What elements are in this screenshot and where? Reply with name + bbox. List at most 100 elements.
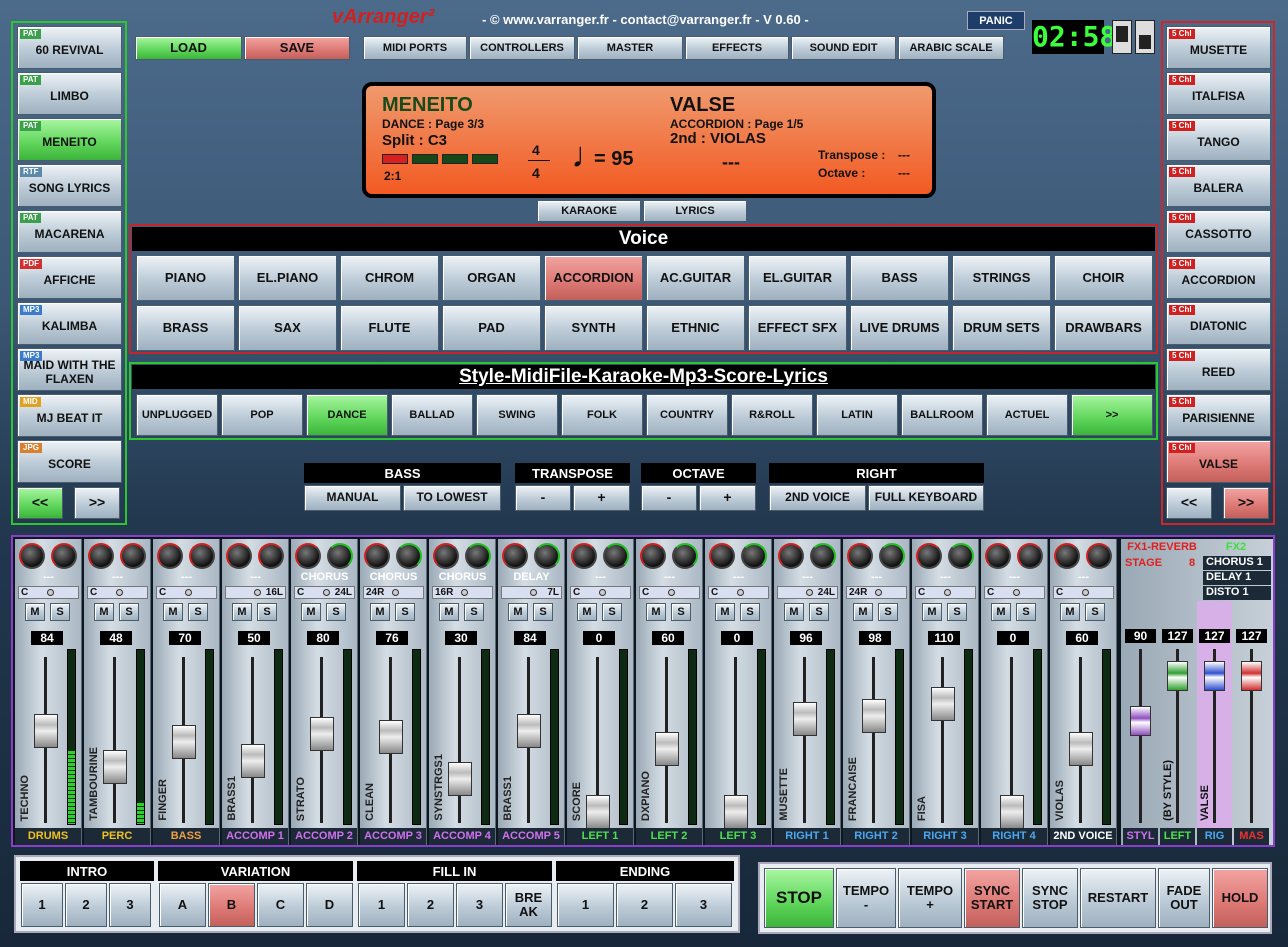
volume-knob[interactable] [1054, 543, 1080, 569]
effect-knob[interactable] [465, 543, 491, 569]
mute-button[interactable]: M [163, 603, 183, 621]
solo-button[interactable]: S [809, 603, 829, 621]
style-button-ballad[interactable]: BALLAD [391, 394, 473, 436]
left-file-item[interactable]: MP3 MAID WITH THE FLAXEN [17, 348, 122, 391]
panic-button[interactable]: PANIC [967, 11, 1025, 30]
volume-knob[interactable] [916, 543, 942, 569]
fader-handle[interactable] [655, 732, 679, 766]
voice-button-accordion[interactable]: ACCORDION [544, 255, 643, 301]
solo-button[interactable]: S [740, 603, 760, 621]
solo-button[interactable]: S [188, 603, 208, 621]
fader-handle[interactable] [1000, 795, 1024, 829]
fader-handle[interactable] [448, 762, 472, 796]
menu-midi-ports-button[interactable]: MIDI PORTS [363, 36, 467, 60]
lyrics-button[interactable]: LYRICS [643, 200, 747, 222]
solo-button[interactable]: S [395, 603, 415, 621]
transpose-minus-button[interactable]: - [515, 485, 571, 511]
fader-handle[interactable] [1069, 732, 1093, 766]
effect-knob[interactable] [120, 543, 146, 569]
voice-button-el-guitar[interactable]: EL.GUITAR [748, 255, 847, 301]
effect-knob[interactable] [327, 543, 353, 569]
style-button-dance[interactable]: DANCE [306, 394, 388, 436]
intro-button-2[interactable]: 2 [65, 883, 107, 927]
solo-button[interactable]: S [878, 603, 898, 621]
intro-button-3[interactable]: 3 [109, 883, 151, 927]
fader-handle[interactable] [586, 795, 610, 829]
mute-button[interactable]: M [991, 603, 1011, 621]
right-voice-item[interactable]: 5 Chl REED [1166, 348, 1271, 391]
fader-handle[interactable] [517, 714, 541, 748]
transport-fade-out-button[interactable]: FADE OUT [1158, 868, 1210, 928]
right-voice-item[interactable]: 5 Chl VALSE [1166, 440, 1271, 483]
volume-knob[interactable] [226, 543, 252, 569]
intro-button-1[interactable]: 1 [21, 883, 63, 927]
right-voice-item[interactable]: 5 Chl CASSOTTO [1166, 210, 1271, 253]
style-button-actuel[interactable]: ACTUEL [986, 394, 1068, 436]
window-icon[interactable] [1112, 20, 1132, 54]
fader-handle[interactable] [103, 750, 127, 784]
fill-button-1[interactable]: 1 [358, 883, 405, 927]
master-fader-handle[interactable] [1167, 661, 1188, 691]
end-button-3[interactable]: 3 [675, 883, 732, 927]
volume-knob[interactable] [778, 543, 804, 569]
voice-button-ac-guitar[interactable]: AC.GUITAR [646, 255, 745, 301]
fx2-item[interactable]: CHORUS 1 [1203, 556, 1271, 570]
volume-knob[interactable] [157, 543, 183, 569]
right-voice-item[interactable]: 5 Chl TANGO [1166, 118, 1271, 161]
effect-knob[interactable] [258, 543, 284, 569]
bass-to-lowest-button[interactable]: TO LOWEST [403, 485, 501, 511]
right-voice-item[interactable]: 5 Chl BALERA [1166, 164, 1271, 207]
effect-knob[interactable] [396, 543, 422, 569]
voice-button-strings[interactable]: STRINGS [952, 255, 1051, 301]
effect-knob[interactable] [810, 543, 836, 569]
left-file-item[interactable]: PAT MENEITO [17, 118, 122, 161]
right-voice-item[interactable]: 5 Chl ACCORDION [1166, 256, 1271, 299]
transport-tempo--button[interactable]: TEMPO + [898, 868, 962, 928]
mute-button[interactable]: M [232, 603, 252, 621]
bass-manual-button[interactable]: MANUAL [304, 485, 401, 511]
fader-handle[interactable] [172, 724, 196, 759]
mute-button[interactable]: M [25, 603, 45, 621]
volume-knob[interactable] [502, 543, 528, 569]
solo-button[interactable]: S [533, 603, 553, 621]
left-file-item[interactable]: PAT 60 REVIVAL [17, 26, 122, 69]
master-fader-handle[interactable] [1204, 661, 1225, 691]
volume-knob[interactable] [295, 543, 321, 569]
volume-knob[interactable] [571, 543, 597, 569]
volume-knob[interactable] [640, 543, 666, 569]
voice-button-flute[interactable]: FLUTE [340, 305, 439, 351]
mute-button[interactable]: M [646, 603, 666, 621]
left-file-item[interactable]: PAT MACARENA [17, 210, 122, 253]
load-button[interactable]: LOAD [135, 36, 242, 60]
end-button-2[interactable]: 2 [616, 883, 673, 927]
end-button-1[interactable]: 1 [557, 883, 614, 927]
octave-minus-button[interactable]: - [641, 485, 697, 511]
var-button-3[interactable]: C [257, 883, 304, 927]
fader-handle[interactable] [241, 744, 265, 778]
fader-handle[interactable] [793, 702, 817, 736]
solo-button[interactable]: S [257, 603, 277, 621]
fx2-item[interactable]: DISTO 1 [1203, 586, 1271, 600]
fader-handle[interactable] [310, 717, 334, 751]
left-next-button[interactable]: >> [74, 487, 120, 519]
settings-icon[interactable] [1135, 20, 1155, 54]
solo-button[interactable]: S [947, 603, 967, 621]
var-button-4[interactable]: D [306, 883, 353, 927]
left-file-item[interactable]: RTF SONG LYRICS [17, 164, 122, 207]
style-button-ballroom[interactable]: BALLROOM [901, 394, 983, 436]
mute-button[interactable]: M [508, 603, 528, 621]
style-button-unplugged[interactable]: UNPLUGGED [136, 394, 218, 436]
transport-hold-button[interactable]: HOLD [1212, 868, 1268, 928]
solo-button[interactable]: S [671, 603, 691, 621]
left-prev-button[interactable]: << [17, 487, 63, 519]
effect-knob[interactable] [672, 543, 698, 569]
mute-button[interactable]: M [1060, 603, 1080, 621]
fader-handle[interactable] [379, 720, 403, 754]
transpose-plus-button[interactable]: + [573, 485, 630, 511]
voice-button-drum-sets[interactable]: DRUM SETS [952, 305, 1051, 351]
voice-button-synth[interactable]: SYNTH [544, 305, 643, 351]
mute-button[interactable]: M [301, 603, 321, 621]
right-voice-item[interactable]: 5 Chl ITALFISA [1166, 72, 1271, 115]
fader-handle[interactable] [34, 714, 58, 748]
voice-button-brass[interactable]: BRASS [136, 305, 235, 351]
